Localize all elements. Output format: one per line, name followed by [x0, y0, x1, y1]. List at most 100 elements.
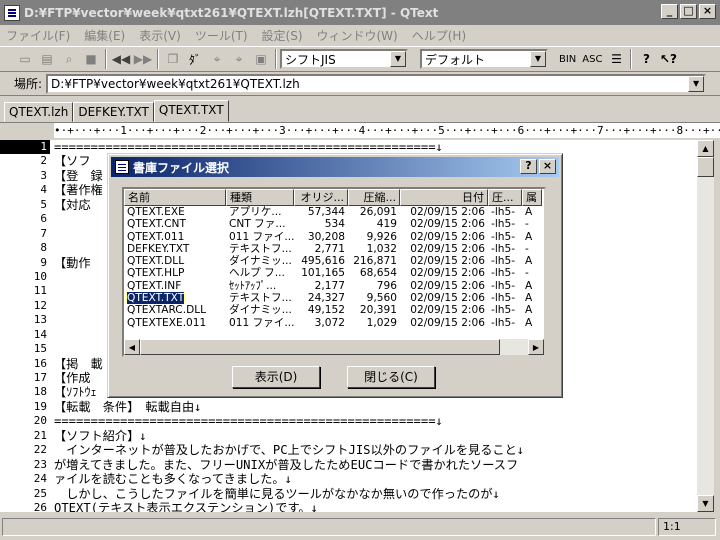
table-cell: -lh5- — [488, 280, 522, 292]
copy-icon[interactable]: ❐ — [162, 48, 184, 70]
list-icon[interactable]: ☰ — [605, 48, 627, 70]
show-button[interactable]: 表示(D) — [232, 366, 320, 388]
close-dialog-button[interactable]: 閉じる(C) — [347, 366, 435, 388]
table-cell: -lh5- — [488, 317, 522, 329]
cell-text: -lh5- — [491, 206, 516, 218]
table-row[interactable]: QTEXT.CNT CNT ファ... 534 419 02/09/15 2:06 -lh… — [124, 218, 542, 230]
menu-view[interactable]: 表示(V) — [139, 27, 181, 44]
scroll-thumb[interactable] — [697, 157, 714, 177]
line-number: 15 — [33, 342, 47, 356]
table-cell: DEFKEY.TXT — [124, 243, 226, 255]
cell-text: QTEXT.DLL — [127, 255, 185, 268]
open-file-icon[interactable]: ▤ — [36, 48, 58, 70]
search-icon[interactable]: ⌕ — [58, 48, 80, 70]
tab-qtext-lzh[interactable]: QTEXT.lzh — [4, 102, 74, 122]
line-number: 11 — [33, 284, 47, 298]
line-number: 2 — [40, 154, 47, 168]
archive-file-dialog: 書庫ファイル選択 ? × 名前 種類 オリジ... 圧縮... 日付 圧... 属 QTEX… — [107, 153, 563, 398]
context-help-icon[interactable]: ↖? — [657, 48, 679, 70]
scroll-left-icon[interactable]: ◀ — [124, 339, 140, 355]
table-row[interactable]: QTEXTARC.DLL ダイナミッ... 49,152 20,391 02/09/15… — [124, 304, 542, 316]
back-icon[interactable]: ◀◀ — [110, 48, 132, 70]
line-number: 19 — [33, 399, 47, 413]
line-number: 3 — [40, 168, 47, 182]
cell-text: A — [525, 292, 533, 305]
address-input[interactable]: D:¥FTP¥vector¥week¥qtxt261¥QTEXT.lzh ▼ — [46, 73, 707, 94]
cell-text: 2,771 — [314, 242, 345, 255]
table-row[interactable]: QTEXT.TXT テキストフ... 24,327 9,560 02/09/15 2:0… — [124, 292, 542, 305]
line-number: 1 — [0, 140, 50, 155]
table-cell: A — [522, 231, 542, 243]
chevron-down-icon[interactable]: ▼ — [390, 51, 406, 67]
table-row[interactable]: QTEXT.011 011 ファイ... 30,208 9,926 02/09/15 2… — [124, 231, 542, 243]
column-header[interactable]: 圧... — [488, 189, 522, 206]
scroll-down-icon[interactable]: ▼ — [697, 495, 714, 512]
table-cell: QTEXT.INF — [124, 280, 226, 292]
vertical-scrollbar[interactable]: ▲ ▼ — [697, 140, 714, 512]
forward-icon[interactable]: ▶▶ — [132, 48, 154, 70]
properties-icon[interactable]: ▣ — [250, 48, 272, 70]
text-line: 【ソフト紹介】↓ — [54, 428, 147, 443]
column-header[interactable]: オリジ... — [294, 189, 348, 206]
table-row[interactable]: QTEXT.EXE アプリケ... 57,344 26,091 02/09/15 2:0… — [124, 206, 542, 218]
menu-settings[interactable]: 設定(S) — [262, 27, 303, 44]
table-cell: 02/09/15 2:06 — [400, 304, 488, 316]
table-row[interactable]: DEFKEY.TXT テキストフ... 2,771 1,032 02/09/15 2:0… — [124, 243, 542, 255]
bin-button[interactable]: BIN — [559, 54, 576, 65]
chevron-down-icon[interactable]: ▼ — [688, 75, 705, 92]
maximize-button[interactable]: □ — [680, 4, 697, 19]
column-header[interactable]: 種類 — [226, 189, 294, 206]
cell-text: 9,560 — [366, 292, 397, 305]
cell-text: QTEXTEXE.011 — [127, 316, 207, 329]
menu-help[interactable]: ヘルプ(H) — [412, 27, 466, 44]
tab-defkey-txt[interactable]: DEFKEY.TXT — [73, 102, 154, 122]
dialog-close-button[interactable]: × — [539, 159, 556, 174]
dialog-title-bar: 書庫ファイル選択 ? × — [111, 157, 559, 177]
text-line: しかし、こうしたファイルを簡単に見るツールがなかなか無いので作ったのが↓ — [54, 486, 500, 501]
menu-edit[interactable]: 編集(E) — [84, 27, 125, 44]
tab-qtext-txt[interactable]: QTEXT.TXT — [153, 100, 229, 122]
archive-file-list[interactable]: 名前 種類 オリジ... 圧縮... 日付 圧... 属 QTEXT.EXE アプリケ... 5… — [122, 187, 546, 357]
horizontal-scrollbar[interactable]: ◀ ▶ — [124, 339, 544, 355]
close-button[interactable]: × — [699, 4, 716, 19]
column-header[interactable]: 名前 — [124, 189, 226, 206]
column-header[interactable]: 日付 — [400, 189, 488, 206]
encoding-select[interactable]: シフトJIS ▼ — [280, 49, 408, 69]
text-line: QTEXT(テキスト表示エクステンション)です。↓ — [54, 500, 318, 512]
scroll-right-icon[interactable]: ▶ — [528, 339, 544, 355]
table-cell: 1,032 — [348, 243, 400, 255]
table-row[interactable]: QTEXT.DLL ダイナミッ... 495,616 216,871 02/09/15 … — [124, 255, 542, 267]
stop-icon[interactable]: ■ — [80, 48, 102, 70]
find-next-icon[interactable]: ⌖ — [206, 48, 228, 70]
toolbar-separator — [275, 49, 277, 69]
help-icon[interactable]: ? — [635, 48, 657, 70]
address-value: D:¥FTP¥vector¥week¥qtxt261¥QTEXT.lzh — [51, 76, 300, 91]
asc-button[interactable]: ASC — [582, 54, 602, 65]
menu-file[interactable]: ファイル(F) — [6, 27, 70, 44]
column-header[interactable]: 圧縮... — [348, 189, 400, 206]
table-row[interactable]: QTEXTEXE.011 011 ファイ... 3,072 1,029 02/09/15… — [124, 317, 542, 329]
column-header[interactable]: 属 — [522, 189, 542, 206]
find-prev-icon[interactable]: ⌖ — [228, 48, 250, 70]
table-row[interactable]: QTEXT.HLP ヘルプ フ... 101,165 68,654 02/09/15 2… — [124, 267, 542, 279]
text-line: 【転載 条件】 転載自由↓ — [54, 399, 202, 414]
table-cell: 02/09/15 2:06 — [400, 280, 488, 292]
cell-text: 011 ファイ... — [229, 230, 294, 243]
table-cell: CNT ファ... — [226, 218, 294, 230]
menu-window[interactable]: ウィンドウ(W) — [317, 27, 398, 44]
line-number: 12 — [33, 298, 47, 312]
cell-text: 24,327 — [307, 292, 345, 305]
open-folder-icon[interactable]: ▭ — [14, 48, 36, 70]
scroll-up-icon[interactable]: ▲ — [697, 140, 714, 157]
menu-tools[interactable]: ツール(T) — [195, 27, 248, 44]
find-icon[interactable]: ﾀﾞ — [184, 48, 206, 70]
table-cell: 02/09/15 2:06 — [400, 231, 488, 243]
font-select[interactable]: デフォルト ▼ — [420, 49, 548, 69]
table-cell: ヘルプ フ... — [226, 267, 294, 279]
minimize-button[interactable]: _ — [661, 4, 678, 19]
table-row[interactable]: QTEXT.INF ｾｯﾄｱｯﾌﾟ... 2,177 796 02/09/15 2:06… — [124, 280, 542, 292]
dialog-help-button[interactable]: ? — [520, 159, 537, 174]
toolbar-separator — [157, 49, 159, 69]
chevron-down-icon[interactable]: ▼ — [530, 51, 546, 67]
scroll-thumb[interactable] — [140, 339, 500, 355]
